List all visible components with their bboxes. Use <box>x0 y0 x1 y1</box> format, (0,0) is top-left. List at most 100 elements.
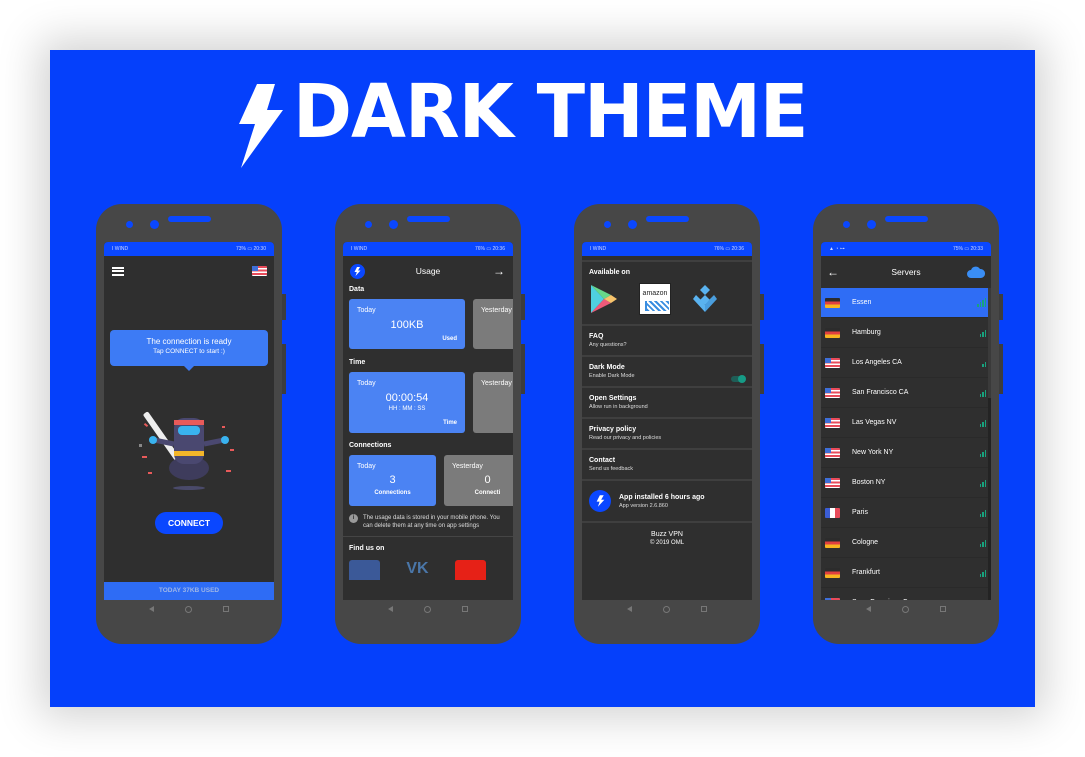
amazon-appstore-icon[interactable]: amazon <box>639 283 671 315</box>
server-row[interactable]: Los Angeles CA <box>821 348 991 378</box>
signal-bar <box>979 544 981 547</box>
signal-bar <box>982 300 984 307</box>
signal-bar <box>984 362 986 367</box>
hamburger-icon[interactable] <box>112 266 124 276</box>
signal-strength-icon <box>979 388 986 397</box>
speaker <box>646 216 689 222</box>
speaker <box>168 216 211 222</box>
google-play-icon[interactable] <box>589 283 619 315</box>
contact-item[interactable]: Contact Send us feedback <box>582 450 752 481</box>
clock: 20:36 <box>492 246 505 252</box>
signal-bar <box>984 450 986 457</box>
carrier: I WIND <box>112 246 129 252</box>
scrollbar-thumb[interactable] <box>988 288 991 398</box>
app-name: Buzz VPN <box>651 531 683 538</box>
signal-bar <box>984 390 986 397</box>
item-title: FAQ <box>589 333 604 340</box>
item-subtitle: Any questions? <box>589 342 627 348</box>
signal-bar <box>977 304 979 307</box>
server-row[interactable]: Cologne <box>821 528 991 558</box>
volume-button <box>521 294 525 320</box>
card-value: 3 <box>389 474 396 486</box>
us-flag-icon <box>825 447 840 458</box>
installed-title: App installed 6 hours ago <box>619 493 705 501</box>
signal-bar <box>979 302 981 307</box>
card-unit: Time <box>443 420 457 426</box>
recents-icon[interactable] <box>700 606 707 612</box>
dark-mode-item[interactable]: Dark Mode Enable Dark Mode <box>582 357 752 388</box>
server-row[interactable]: San Francisco CA <box>821 378 991 408</box>
us-flag-icon <box>825 477 840 488</box>
us-flag-icon[interactable] <box>252 266 267 276</box>
signal-bar <box>979 394 981 397</box>
data-yesterday-card: Yesterday <box>473 299 513 349</box>
signal-bar <box>982 332 984 337</box>
signal-bar <box>982 392 984 397</box>
server-row[interactable]: Sane Francisco Ca <box>821 588 991 600</box>
server-row[interactable]: Las Vegas NV <box>821 408 991 438</box>
copyright: © 2019 OML <box>649 540 685 546</box>
card-title: Yesterday <box>481 307 512 314</box>
server-name: Boston NY <box>852 479 886 486</box>
signal-bar <box>982 572 984 577</box>
server-name: Paris <box>852 509 868 516</box>
signal-bar <box>984 540 986 547</box>
carrier: I WIND <box>590 246 607 252</box>
available-on-section: Available on amazon <box>582 262 752 326</box>
info-text: The usage data is stored in your mobile … <box>363 515 500 529</box>
usage-info: i The usage data is stored in your mobil… <box>343 514 513 530</box>
facebook-icon[interactable] <box>349 560 380 580</box>
signal-strength-icon <box>979 568 986 577</box>
privacy-policy-item[interactable]: Privacy policy Read our privacy and poli… <box>582 419 752 450</box>
signal-strength-icon <box>979 418 986 427</box>
time-yesterday-card: Yesterday <box>473 372 513 433</box>
signal-bar <box>979 574 981 577</box>
youtube-icon[interactable] <box>455 560 486 580</box>
server-row[interactable]: Hamburg <box>821 318 991 348</box>
cloud-icon[interactable] <box>967 266 985 278</box>
back-icon[interactable] <box>388 606 394 612</box>
server-row[interactable]: New York NY <box>821 438 991 468</box>
back-icon[interactable] <box>866 606 872 612</box>
server-row[interactable]: Paris <box>821 498 991 528</box>
recents-icon[interactable] <box>939 606 946 612</box>
home-icon[interactable] <box>662 605 670 613</box>
home-icon[interactable] <box>423 605 431 613</box>
signal-bar <box>984 298 986 307</box>
signal-bar <box>979 334 981 337</box>
recents-icon[interactable] <box>222 606 229 612</box>
de-flag-icon <box>825 567 840 578</box>
battery: 73% <box>235 246 246 252</box>
open-settings-item[interactable]: Open Settings Allow run in background <box>582 388 752 419</box>
card-subtitle: HH : MM : SS <box>388 406 426 412</box>
power-button <box>521 344 525 394</box>
headline-text: DARK THEME <box>293 69 808 155</box>
card-value: 00:00:54 <box>385 392 429 404</box>
camera <box>126 221 133 228</box>
home-icon[interactable] <box>901 605 909 613</box>
vk-icon[interactable]: VK <box>402 560 433 580</box>
item-title: Contact <box>589 457 616 464</box>
aptoide-icon[interactable] <box>691 285 719 313</box>
server-row[interactable]: Essen <box>821 288 991 318</box>
server-row[interactable]: Boston NY <box>821 468 991 498</box>
dark-mode-toggle[interactable] <box>731 375 746 383</box>
signal-bar <box>984 420 986 427</box>
headline: DARK THEME <box>235 72 829 172</box>
back-icon[interactable] <box>627 606 633 612</box>
clock: 20:33 <box>970 246 983 252</box>
connect-button[interactable]: CONNECT <box>155 512 223 534</box>
phone-servers: ▲ ◔ ⊶ 75% ▭ 20:33 ← Servers Essen Hamburg… <box>813 204 1003 644</box>
card-title: Today <box>357 463 376 470</box>
time-today-card: Today 00:00:54 HH : MM : SS Time <box>349 372 465 433</box>
faq-item[interactable]: FAQ Any questions? <box>582 326 752 357</box>
screen: ▲ ◔ ⊶ 75% ▭ 20:33 ← Servers Essen Hamburg… <box>821 242 991 600</box>
arrow-right-icon[interactable]: → <box>493 265 505 277</box>
card-value: 0 <box>484 474 491 486</box>
home-icon[interactable] <box>184 605 192 613</box>
camera <box>365 221 372 228</box>
clock: 20:36 <box>731 246 744 252</box>
back-icon[interactable] <box>149 606 155 612</box>
recents-icon[interactable] <box>461 606 468 612</box>
server-row[interactable]: Frankfurt <box>821 558 991 588</box>
